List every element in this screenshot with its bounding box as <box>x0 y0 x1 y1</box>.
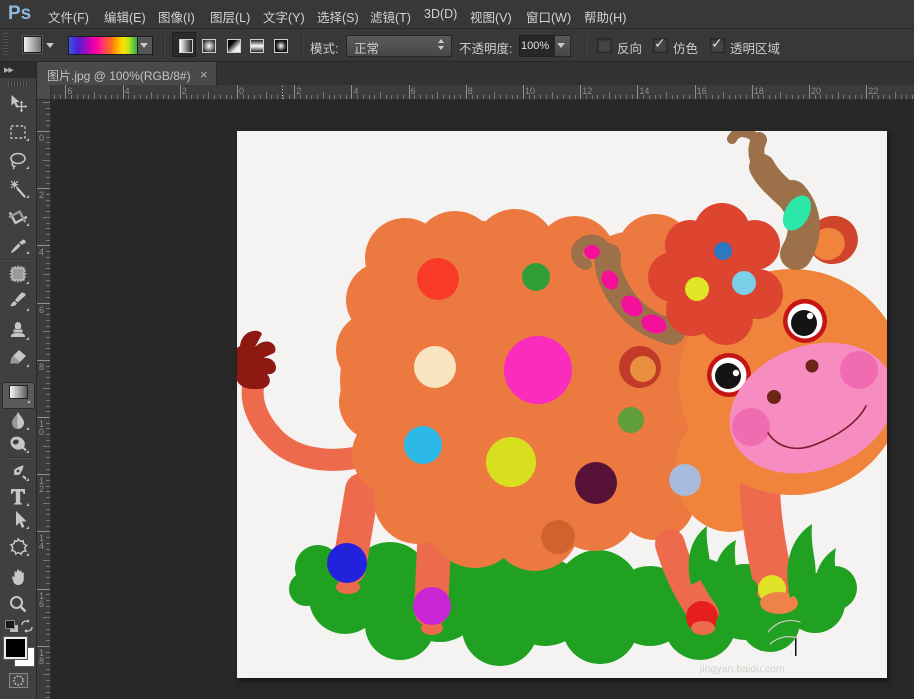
svg-text:jingyan.baidu.com: jingyan.baidu.com <box>699 663 785 675</box>
